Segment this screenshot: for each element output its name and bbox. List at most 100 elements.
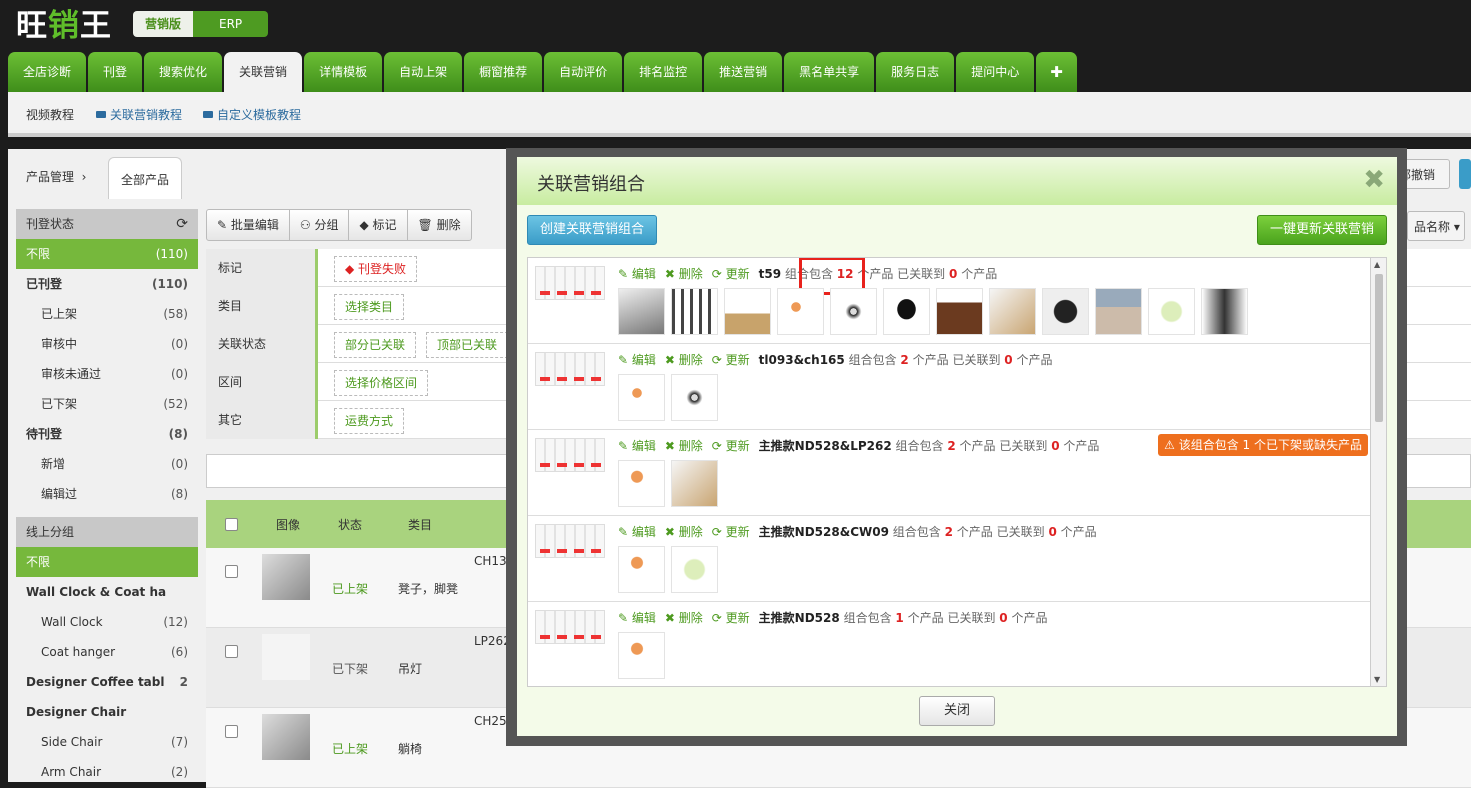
- product-thumbnail[interactable]: [724, 288, 771, 335]
- sort-select[interactable]: 品名称 ▾: [1407, 211, 1465, 241]
- scroll-down-icon[interactable]: ▼: [1374, 675, 1380, 684]
- scroll-up-icon[interactable]: ▲: [1374, 260, 1380, 269]
- select-all-checkbox[interactable]: [225, 518, 238, 531]
- update-button[interactable]: ⟳ 更新: [712, 611, 750, 625]
- mark-button[interactable]: ◆ 标记: [349, 210, 408, 240]
- refresh-icon[interactable]: ⟳: [176, 209, 188, 239]
- product-thumbnail[interactable]: [1201, 288, 1248, 335]
- product-thumbnail[interactable]: [618, 288, 665, 335]
- dialog-close-button[interactable]: 关闭: [919, 696, 995, 726]
- sidebar-group-item[interactable]: Arm Chair (2): [16, 757, 198, 787]
- batch-edit-button[interactable]: ✎ 批量编辑: [207, 210, 290, 240]
- update-button[interactable]: ⟳ 更新: [712, 267, 750, 281]
- product-thumbnail[interactable]: [618, 546, 665, 593]
- link-template-tutorial[interactable]: 自定义模板教程: [203, 106, 301, 123]
- sidebar-status-item[interactable]: 新增 (0): [16, 449, 198, 479]
- filter-tag[interactable]: ◆ 刊登失败: [334, 256, 418, 282]
- nav-tab[interactable]: 推送营销: [704, 52, 783, 92]
- nav-tab[interactable]: 全店诊断: [8, 52, 87, 92]
- nav-tab[interactable]: 提问中心: [956, 52, 1035, 92]
- edition-erp[interactable]: ERP: [193, 11, 269, 37]
- product-thumbnail[interactable]: [262, 714, 310, 760]
- filter-tag[interactable]: 选择类目: [334, 294, 405, 320]
- sidebar-status-item[interactable]: 审核未通过 (0): [16, 359, 198, 389]
- update-button[interactable]: ⟳ 更新: [712, 525, 750, 539]
- delete-button[interactable]: ✖ 删除: [665, 439, 703, 453]
- product-thumbnail[interactable]: [618, 632, 665, 679]
- product-thumbnail[interactable]: [1148, 288, 1195, 335]
- product-thumbnail[interactable]: [1095, 288, 1142, 335]
- nav-tab[interactable]: 排名监控: [624, 52, 703, 92]
- sidebar-group-item[interactable]: Coat hanger (6): [16, 637, 198, 667]
- product-thumbnail[interactable]: [830, 288, 877, 335]
- sidebar-group-item[interactable]: Wall Clock & Coat ha: [16, 577, 198, 607]
- product-thumbnail[interactable]: [262, 634, 310, 680]
- sidebar-group-item[interactable]: Side Chair (7): [16, 727, 198, 757]
- edit-button[interactable]: ✎ 编辑: [618, 611, 656, 625]
- product-thumbnail[interactable]: [262, 554, 310, 600]
- delete-button[interactable]: ✖ 删除: [665, 525, 703, 539]
- update-button[interactable]: ⟳ 更新: [712, 439, 750, 453]
- filter-tag[interactable]: 运费方式: [334, 408, 405, 434]
- product-thumbnail[interactable]: [989, 288, 1036, 335]
- product-thumbnail[interactable]: [883, 288, 930, 335]
- sidebar-status-item[interactable]: 不限 (110): [16, 239, 198, 269]
- row-checkbox[interactable]: [225, 645, 238, 658]
- update-all-button[interactable]: 一键更新关联营销: [1257, 215, 1387, 245]
- delete-button[interactable]: ✖ 删除: [665, 353, 703, 367]
- nav-tab[interactable]: 服务日志: [876, 52, 955, 92]
- close-icon[interactable]: ✖: [1363, 167, 1385, 193]
- product-thumbnail[interactable]: [777, 288, 824, 335]
- nav-tab[interactable]: 自动评价: [544, 52, 623, 92]
- sidebar-group-item[interactable]: Wall Clock (12): [16, 607, 198, 637]
- sidebar-status-item[interactable]: 已下架 (52): [16, 389, 198, 419]
- sidebar-group-item[interactable]: 不限: [16, 547, 198, 577]
- product-thumbnail[interactable]: [618, 374, 665, 421]
- row-checkbox[interactable]: [225, 565, 238, 578]
- edit-button[interactable]: ✎ 编辑: [618, 353, 656, 367]
- filter-tag[interactable]: 部分已关联: [334, 332, 417, 358]
- filter-tag[interactable]: 顶部已关联: [426, 332, 509, 358]
- brand-logo[interactable]: 旺销王: [16, 0, 112, 45]
- update-button[interactable]: ⟳ 更新: [712, 353, 750, 367]
- filter-tag[interactable]: 选择价格区间: [334, 370, 429, 396]
- sidebar-status-item[interactable]: 已上架 (58): [16, 299, 198, 329]
- sidebar-status-item[interactable]: 编辑过 (8): [16, 479, 198, 509]
- nav-tab[interactable]: 详情模板: [304, 52, 383, 92]
- row-checkbox[interactable]: [225, 725, 238, 738]
- create-combo-button[interactable]: 创建关联营销组合: [527, 215, 657, 245]
- product-thumbnail[interactable]: [1042, 288, 1089, 335]
- link-marketing-tutorial[interactable]: 关联营销教程: [96, 106, 182, 123]
- scrollbar-thumb[interactable]: [1375, 274, 1383, 422]
- delete-button[interactable]: ✖ 删除: [665, 611, 703, 625]
- edition-marketing[interactable]: 营销版: [133, 11, 194, 37]
- nav-add-tab-button[interactable]: ✚: [1036, 52, 1077, 92]
- delete-button[interactable]: ✖ 删除: [665, 267, 703, 281]
- delete-button[interactable]: 🗑 删除: [408, 210, 471, 240]
- product-thumbnail[interactable]: [671, 374, 718, 421]
- edit-button[interactable]: ✎ 编辑: [618, 267, 656, 281]
- group-button[interactable]: ⚇ 分组: [290, 210, 350, 240]
- product-thumbnail[interactable]: [618, 460, 665, 507]
- nav-tab[interactable]: 搜索优化: [144, 52, 223, 92]
- product-thumbnail[interactable]: [671, 460, 718, 507]
- nav-tab[interactable]: 自动上架: [384, 52, 463, 92]
- product-thumbnail[interactable]: [936, 288, 983, 335]
- sidebar-group-item[interactable]: Designer Coffee tabl 2: [16, 667, 198, 697]
- edit-button[interactable]: ✎ 编辑: [618, 525, 656, 539]
- product-thumbnail[interactable]: [671, 288, 718, 335]
- scrollbar[interactable]: ▲ ▼: [1371, 257, 1387, 687]
- sidebar-status-item[interactable]: 审核中 (0): [16, 329, 198, 359]
- edit-button[interactable]: ✎ 编辑: [618, 439, 656, 453]
- nav-tab[interactable]: 关联营销: [224, 52, 303, 92]
- nav-tab[interactable]: 刊登: [88, 52, 143, 92]
- sidebar-group-item[interactable]: Designer Chair: [16, 697, 198, 727]
- sidebar-status-item[interactable]: 已刊登 (110): [16, 269, 198, 299]
- breadcrumb-parent[interactable]: 产品管理 ›: [26, 168, 86, 185]
- nav-tab[interactable]: 黑名单共享: [784, 52, 875, 92]
- product-thumbnail[interactable]: [671, 546, 718, 593]
- breadcrumb-current-tab[interactable]: 全部产品: [108, 157, 182, 199]
- nav-tab[interactable]: 橱窗推荐: [464, 52, 543, 92]
- sidebar-status-item[interactable]: 待刊登 (8): [16, 419, 198, 449]
- blue-action-button[interactable]: [1459, 159, 1471, 189]
